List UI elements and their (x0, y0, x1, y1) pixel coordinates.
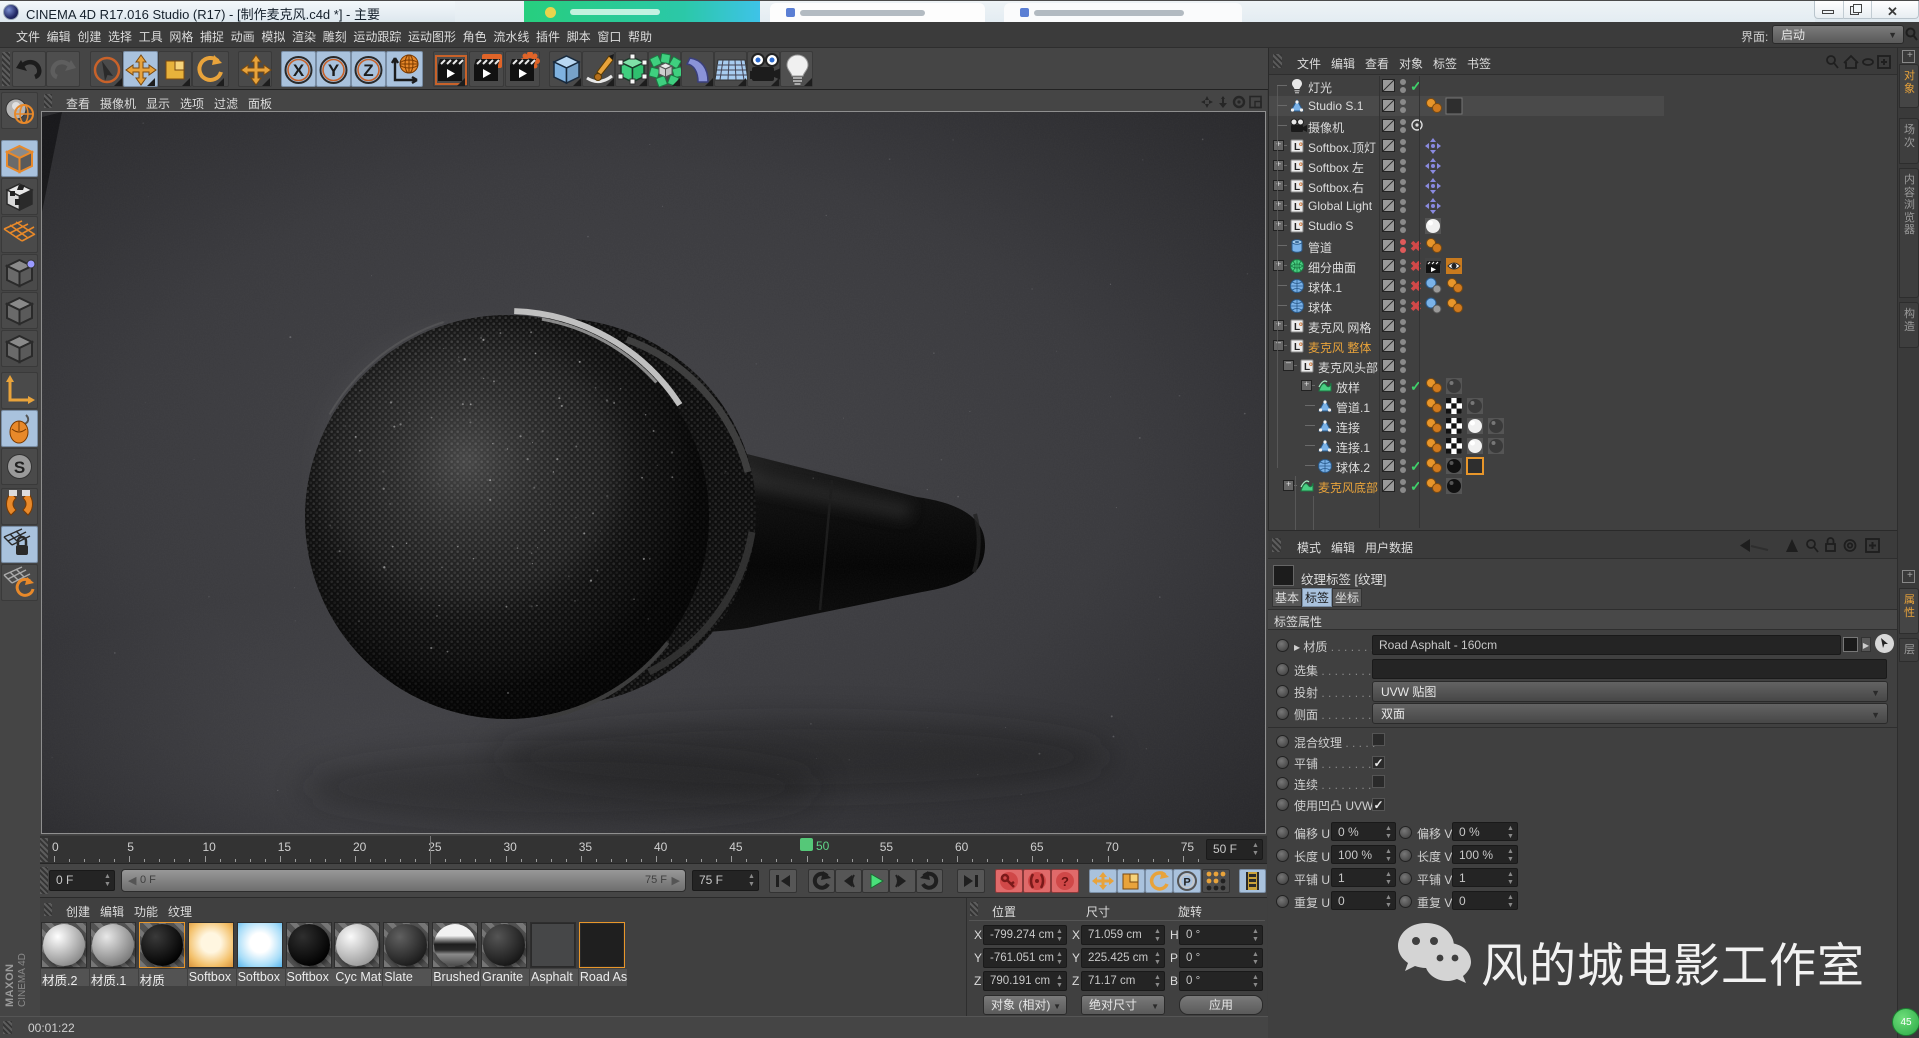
svg-text:o: o (1299, 342, 1303, 348)
svg-text:o: o (1299, 142, 1303, 148)
svg-text:o: o (1309, 362, 1313, 368)
svg-text:o: o (1299, 322, 1303, 328)
svg-text:Y: Y (328, 61, 340, 80)
svg-text:X: X (293, 61, 305, 80)
svg-text:?: ? (1061, 874, 1069, 889)
svg-text:S: S (14, 458, 25, 477)
svg-text:P: P (1183, 877, 1190, 889)
svg-text:o: o (1299, 182, 1303, 188)
svg-text:o: o (1299, 202, 1303, 208)
svg-text:o: o (1299, 222, 1303, 228)
svg-text:o: o (1299, 162, 1303, 168)
svg-text:Z: Z (363, 61, 373, 80)
